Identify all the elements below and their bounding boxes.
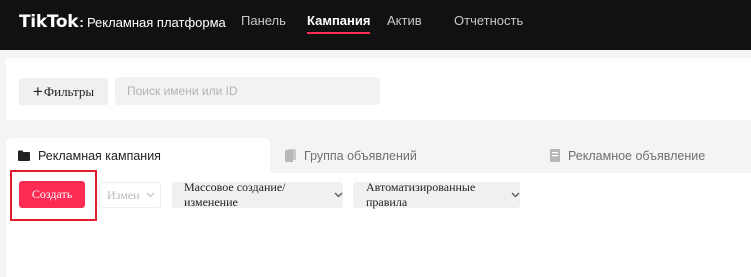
logo-colon: : bbox=[79, 14, 84, 30]
nav-item-assets[interactable]: Актив bbox=[387, 13, 422, 28]
logo-subtitle: Рекламная платформа bbox=[86, 15, 226, 30]
tab-ad-group-label: Группа объявлений bbox=[304, 148, 417, 163]
tab-campaign[interactable]: Рекламная кампания bbox=[6, 138, 270, 173]
filters-button[interactable]: + Фильтры bbox=[19, 78, 108, 105]
top-nav-bar: TikTok : Рекламная платформа Панель Камп… bbox=[0, 0, 751, 50]
document-stack-icon bbox=[285, 149, 296, 162]
tiktok-logo[interactable]: TikTok : Рекламная платформа bbox=[19, 12, 226, 32]
nav-item-campaign[interactable]: Кампания bbox=[307, 13, 371, 34]
bulk-create-edit-dropdown[interactable]: Массовое создание/изменение bbox=[172, 180, 343, 209]
tab-ad[interactable]: Рекламное объявление bbox=[550, 138, 750, 173]
nav-item-reporting[interactable]: Отчетность bbox=[454, 13, 523, 28]
chevron-down-icon bbox=[511, 192, 520, 198]
logo-wordmark: TikTok bbox=[19, 12, 79, 32]
bulk-create-edit-label: Массовое создание/изменение bbox=[184, 180, 286, 209]
plus-icon: + bbox=[32, 82, 43, 101]
edit-dropdown-label: Измен bbox=[107, 187, 140, 202]
filter-panel: + Фильтры bbox=[6, 58, 751, 120]
search-input[interactable] bbox=[115, 77, 380, 105]
active-nav-underline bbox=[307, 32, 371, 34]
ad-document-icon bbox=[550, 149, 560, 162]
tab-ad-group[interactable]: Группа объявлений bbox=[285, 138, 525, 173]
filters-button-label: Фильтры bbox=[43, 83, 95, 99]
edit-dropdown-button[interactable]: Измен bbox=[99, 182, 161, 208]
chevron-down-icon bbox=[146, 192, 155, 198]
nav-item-campaign-label: Кампания bbox=[307, 13, 371, 28]
tab-campaign-label: Рекламная кампания bbox=[38, 148, 161, 163]
chevron-down-icon bbox=[334, 192, 343, 198]
automated-rules-dropdown[interactable]: Автоматизированные правила bbox=[353, 180, 520, 209]
automated-rules-label: Автоматизированные правила bbox=[366, 180, 476, 209]
entity-tabs: Рекламная кампания Группа объявлений Рек… bbox=[6, 138, 751, 173]
folder-icon bbox=[18, 150, 30, 161]
tab-ad-label: Рекламное объявление bbox=[568, 148, 706, 163]
create-button[interactable]: Создать bbox=[19, 181, 85, 208]
nav-item-dashboard[interactable]: Панель bbox=[241, 13, 286, 28]
